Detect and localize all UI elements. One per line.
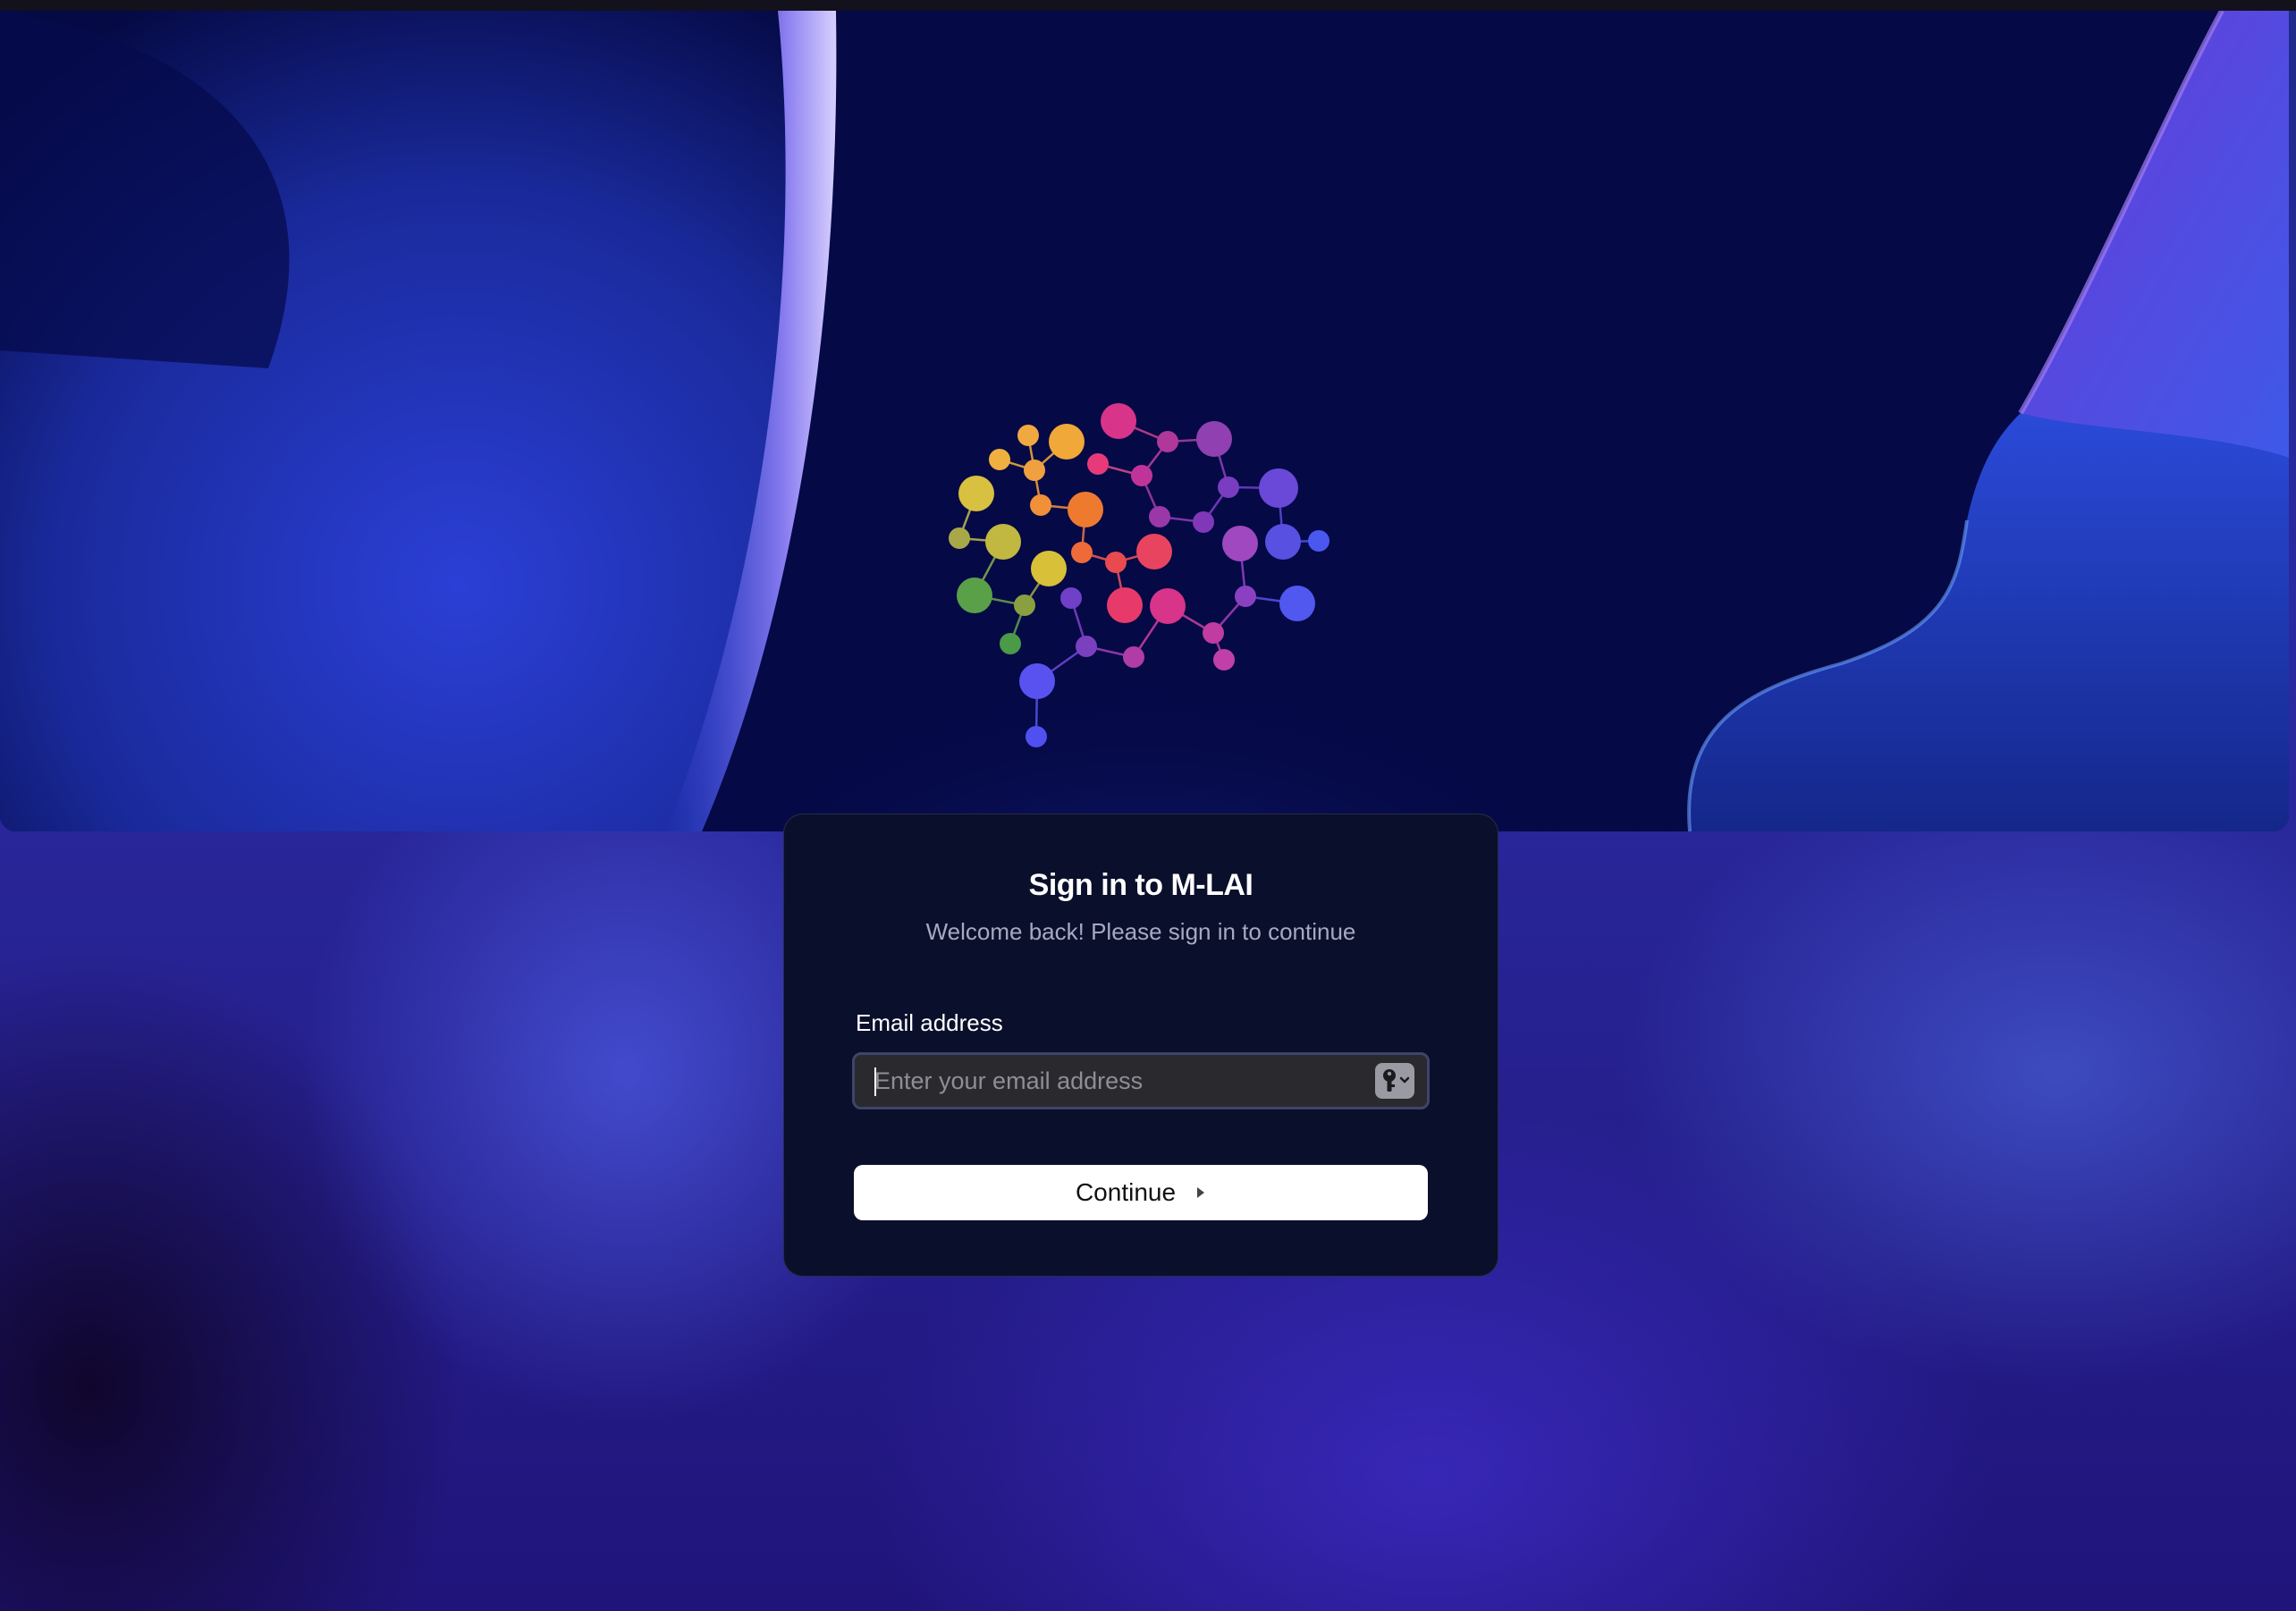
continue-label: Continue [1075, 1178, 1177, 1206]
continue-button[interactable]: Continue [854, 1165, 1428, 1220]
email-label: Email address [856, 1009, 1003, 1036]
molecule-network-logo [949, 403, 1329, 747]
sign-in-title: Sign in to M-LAI [1028, 868, 1254, 902]
sign-in-subtitle: Welcome back! Please sign in to continue [925, 918, 1356, 945]
caret-right-icon [1197, 1187, 1205, 1198]
sign-in-card: Sign in to M-LAI Welcome back! Please si… [783, 814, 1498, 1277]
email-field-container[interactable] [852, 1052, 1430, 1109]
hero-banner [0, 11, 2289, 831]
text-caret [874, 1067, 876, 1096]
password-manager-key-icon [1383, 1069, 1410, 1092]
key-icon[interactable] [1375, 1063, 1414, 1099]
window-top-bar [0, 0, 2296, 11]
email-input[interactable] [855, 1055, 1355, 1107]
sign-in-page: Sign in to M-LAI Welcome back! Please si… [0, 0, 2296, 1611]
